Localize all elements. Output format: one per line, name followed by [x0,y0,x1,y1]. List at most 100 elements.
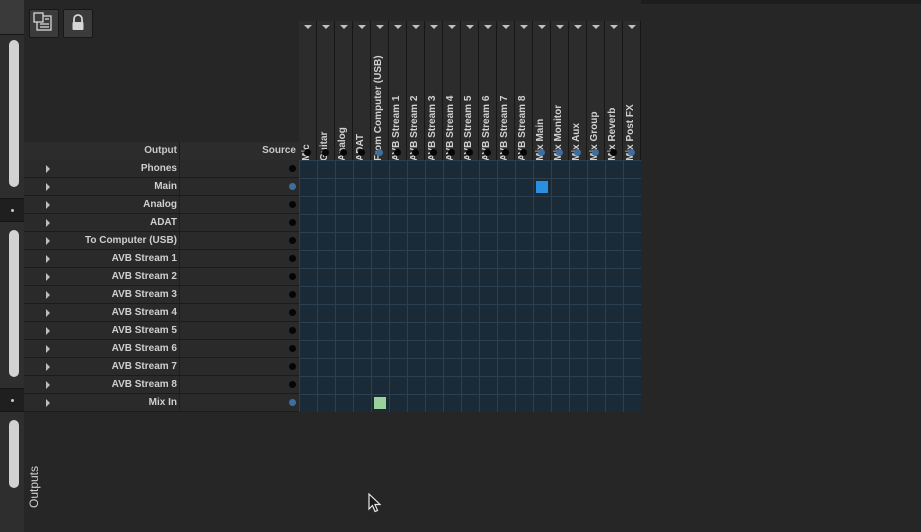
output-row[interactable]: AVB Stream 3 [24,286,299,304]
output-row[interactable]: AVB Stream 5 [24,322,299,340]
routing-table-button[interactable] [29,9,59,38]
expand-arrow-icon[interactable] [46,381,50,389]
source-column[interactable]: AVB Stream 5 [461,21,479,161]
source-indicator-dot[interactable] [289,327,296,334]
source-column[interactable]: Mic [299,21,317,161]
source-column[interactable]: Mix Post FX [623,21,641,161]
source-indicator-dot[interactable] [289,255,296,262]
output-row[interactable]: AVB Stream 6 [24,340,299,358]
column-dropdown-icon[interactable] [538,25,546,29]
source-indicator-dot[interactable] [289,273,296,280]
source-active-dot[interactable] [610,149,617,156]
source-active-dot[interactable] [538,149,545,156]
output-row[interactable]: AVB Stream 2 [24,268,299,286]
expand-arrow-icon[interactable] [46,201,50,209]
output-row[interactable]: Main [24,178,299,196]
column-dropdown-icon[interactable] [304,25,312,29]
source-active-dot[interactable] [430,149,437,156]
expand-arrow-icon[interactable] [46,327,50,335]
source-column[interactable]: Mix Reverb [605,21,623,161]
left-panel-slider-track[interactable] [9,230,19,377]
source-column[interactable]: ADAT [353,21,371,161]
route-cell-active[interactable] [374,397,386,409]
expand-arrow-icon[interactable] [46,399,50,407]
source-column[interactable]: Mix Group [587,21,605,161]
source-active-dot[interactable] [448,149,455,156]
expand-arrow-icon[interactable] [46,219,50,227]
source-active-dot[interactable] [502,149,509,156]
column-dropdown-icon[interactable] [412,25,420,29]
column-dropdown-icon[interactable] [592,25,600,29]
route-cell-active[interactable] [536,181,548,193]
source-column[interactable]: From Computer (USB) [371,21,389,161]
source-column[interactable]: AVB Stream 2 [407,21,425,161]
source-active-dot[interactable] [628,149,635,156]
source-active-dot[interactable] [466,149,473,156]
column-dropdown-icon[interactable] [502,25,510,29]
source-column[interactable]: Mix Monitor [551,21,569,161]
output-row[interactable]: AVB Stream 1 [24,250,299,268]
expand-arrow-icon[interactable] [46,363,50,371]
source-indicator-dot[interactable] [289,309,296,316]
left-panel-knob[interactable] [0,198,24,222]
column-dropdown-icon[interactable] [484,25,492,29]
column-dropdown-icon[interactable] [556,25,564,29]
left-panel-slider-track[interactable] [9,40,19,187]
column-dropdown-icon[interactable] [628,25,636,29]
source-indicator-dot[interactable] [289,381,296,388]
source-active-dot[interactable] [304,149,311,156]
source-indicator-dot[interactable] [289,201,296,208]
source-indicator-dot[interactable] [289,345,296,352]
source-column[interactable]: AVB Stream 7 [497,21,515,161]
output-row[interactable]: AVB Stream 8 [24,376,299,394]
output-row[interactable]: To Computer (USB) [24,232,299,250]
source-column[interactable]: Mix Main [533,21,551,161]
expand-arrow-icon[interactable] [46,345,50,353]
source-column[interactable]: AVB Stream 3 [425,21,443,161]
output-row[interactable]: Analog [24,196,299,214]
source-column[interactable]: Guitar [317,21,335,161]
source-active-dot[interactable] [484,149,491,156]
lock-button[interactable] [63,9,93,38]
left-panel-knob[interactable] [0,388,24,412]
source-active-dot[interactable] [394,149,401,156]
source-active-dot[interactable] [376,149,383,156]
output-row[interactable]: AVB Stream 4 [24,304,299,322]
source-active-dot[interactable] [340,149,347,156]
expand-arrow-icon[interactable] [46,183,50,191]
source-column[interactable]: Analog [335,21,353,161]
expand-arrow-icon[interactable] [46,237,50,245]
output-row[interactable]: ADAT [24,214,299,232]
column-dropdown-icon[interactable] [466,25,474,29]
source-active-dot[interactable] [322,149,329,156]
expand-arrow-icon[interactable] [46,165,50,173]
source-indicator-dot[interactable] [289,165,296,172]
output-row[interactable]: Mix In [24,394,299,412]
output-row[interactable]: Phones [24,160,299,178]
expand-arrow-icon[interactable] [46,273,50,281]
source-column[interactable]: AVB Stream 4 [443,21,461,161]
column-dropdown-icon[interactable] [430,25,438,29]
left-panel-slider-track[interactable] [9,420,19,488]
source-column[interactable]: Mix Aux [569,21,587,161]
column-dropdown-icon[interactable] [322,25,330,29]
source-column[interactable]: AVB Stream 1 [389,21,407,161]
source-indicator-dot[interactable] [289,237,296,244]
source-active-dot[interactable] [556,149,563,156]
column-dropdown-icon[interactable] [340,25,348,29]
source-indicator-dot[interactable] [289,291,296,298]
routing-matrix[interactable] [299,160,641,412]
output-row[interactable]: AVB Stream 7 [24,358,299,376]
expand-arrow-icon[interactable] [46,309,50,317]
column-dropdown-icon[interactable] [376,25,384,29]
source-active-dot[interactable] [520,149,527,156]
source-active-dot[interactable] [592,149,599,156]
source-column[interactable]: AVB Stream 6 [479,21,497,161]
column-dropdown-icon[interactable] [448,25,456,29]
column-dropdown-icon[interactable] [574,25,582,29]
source-active-dot[interactable] [412,149,419,156]
column-dropdown-icon[interactable] [520,25,528,29]
source-indicator-dot[interactable] [289,219,296,226]
column-dropdown-icon[interactable] [394,25,402,29]
source-active-dot[interactable] [358,149,365,156]
